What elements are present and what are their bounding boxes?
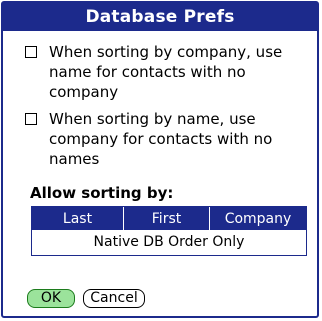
sort-native-order-row[interactable]: Native DB Order Only — [32, 230, 306, 254]
sort-column-company[interactable]: Company — [210, 207, 306, 230]
option-name-sort[interactable]: When sorting by name, use company for co… — [25, 109, 315, 171]
dialog-title: Database Prefs — [3, 3, 317, 31]
sort-column-last[interactable]: Last — [32, 207, 124, 230]
option-company-sort[interactable]: When sorting by company, use name for co… — [25, 42, 315, 104]
sort-column-first[interactable]: First — [124, 207, 210, 230]
sort-header-row: Last First Company — [32, 207, 306, 230]
sort-options-table: Last First Company Native DB Order Only — [31, 206, 307, 256]
name-sort-checkbox[interactable] — [25, 113, 37, 125]
company-sort-checkbox[interactable] — [25, 46, 37, 58]
ok-button[interactable]: OK — [27, 289, 75, 308]
company-sort-label: When sorting by company, use name for co… — [49, 43, 283, 101]
allow-sorting-label: Allow sorting by: — [30, 184, 174, 202]
name-sort-label: When sorting by name, use company for co… — [49, 110, 273, 168]
cancel-button[interactable]: Cancel — [83, 289, 145, 308]
database-prefs-dialog: Database Prefs When sorting by company, … — [1, 1, 319, 318]
